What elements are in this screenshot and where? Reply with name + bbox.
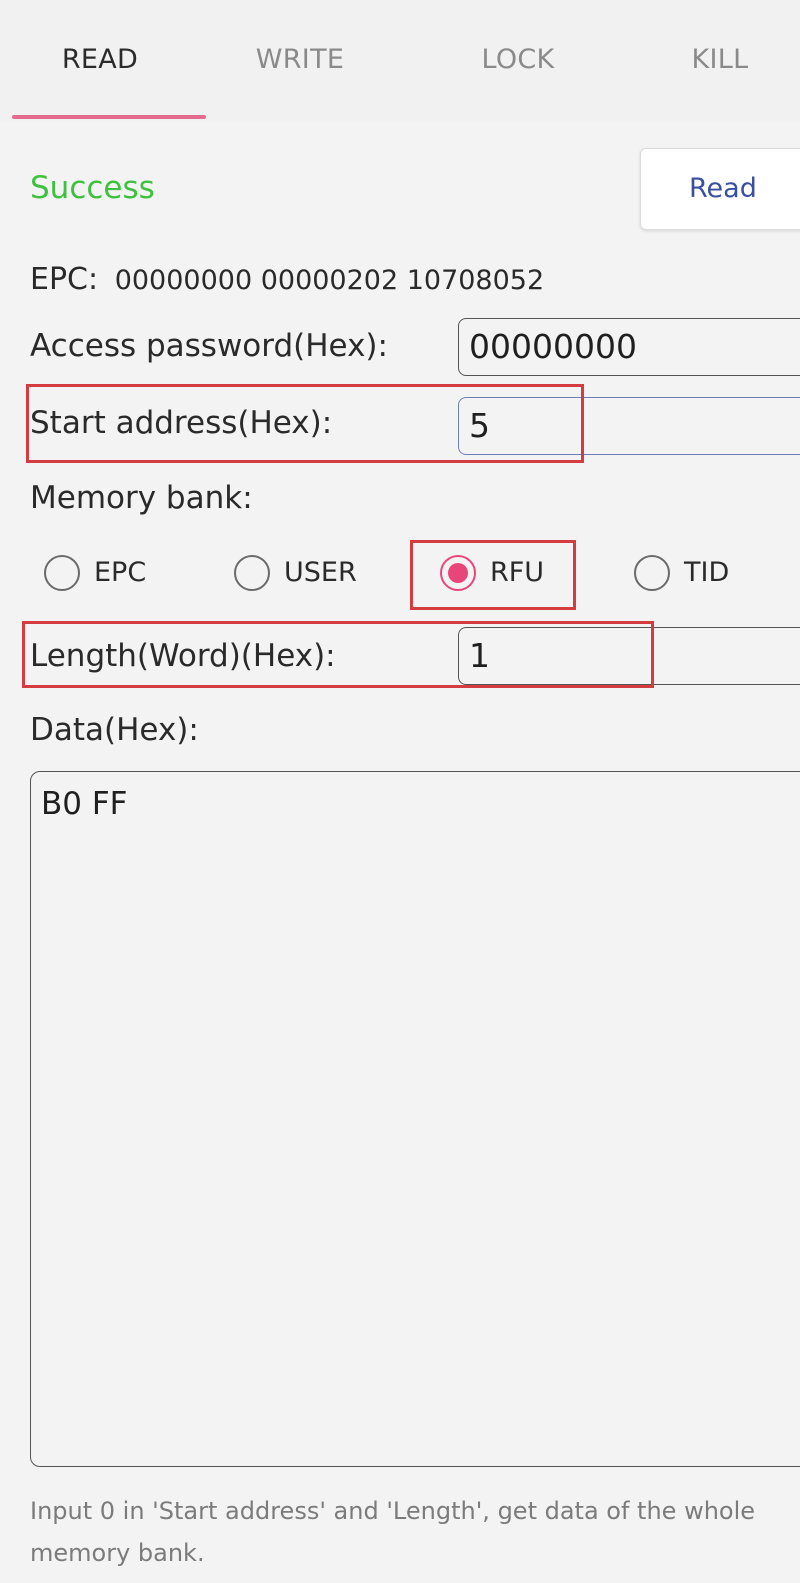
tab-bar: READ WRITE LOCK KILL: [0, 0, 800, 122]
epc-value: 00000000 00000202 10708052: [114, 265, 545, 296]
radio-user-circle[interactable]: [234, 555, 270, 591]
epc-label: EPC:: [30, 262, 99, 297]
tab-read[interactable]: READ: [0, 44, 200, 75]
data-textarea[interactable]: B0 FF: [30, 771, 800, 1467]
active-tab-indicator: [12, 115, 206, 119]
hint-text: Input 0 in 'Start address' and 'Length',…: [30, 1497, 756, 1567]
status-text: Success: [30, 170, 155, 206]
start-address-field[interactable]: 5: [458, 397, 800, 455]
radio-user-label: USER: [284, 557, 357, 588]
radio-epc-circle[interactable]: [44, 555, 80, 591]
memory-bank-label: Memory bank:: [30, 480, 253, 516]
data-label: Data(Hex):: [30, 712, 199, 748]
memory-bank-radio-group: EPC USER RFU TID: [0, 545, 800, 605]
length-field[interactable]: 1: [458, 627, 800, 685]
read-button[interactable]: Read: [640, 148, 800, 230]
radio-tid-circle[interactable]: [634, 555, 670, 591]
radio-tid-label: TID: [684, 557, 730, 588]
radio-epc-label: EPC: [94, 557, 147, 588]
access-password-label: Access password(Hex):: [30, 328, 388, 364]
radio-rfu-label: RFU: [490, 557, 545, 588]
tab-kill[interactable]: KILL: [620, 44, 800, 75]
start-address-label: Start address(Hex):: [30, 405, 333, 441]
length-label: Length(Word)(Hex):: [30, 638, 336, 674]
tab-lock[interactable]: LOCK: [418, 44, 618, 75]
radio-rfu-circle[interactable]: [440, 555, 476, 591]
tab-write[interactable]: WRITE: [200, 44, 400, 75]
access-password-field[interactable]: 00000000: [458, 318, 800, 376]
epc-row: EPC: 00000000 00000202 10708052: [30, 262, 544, 297]
